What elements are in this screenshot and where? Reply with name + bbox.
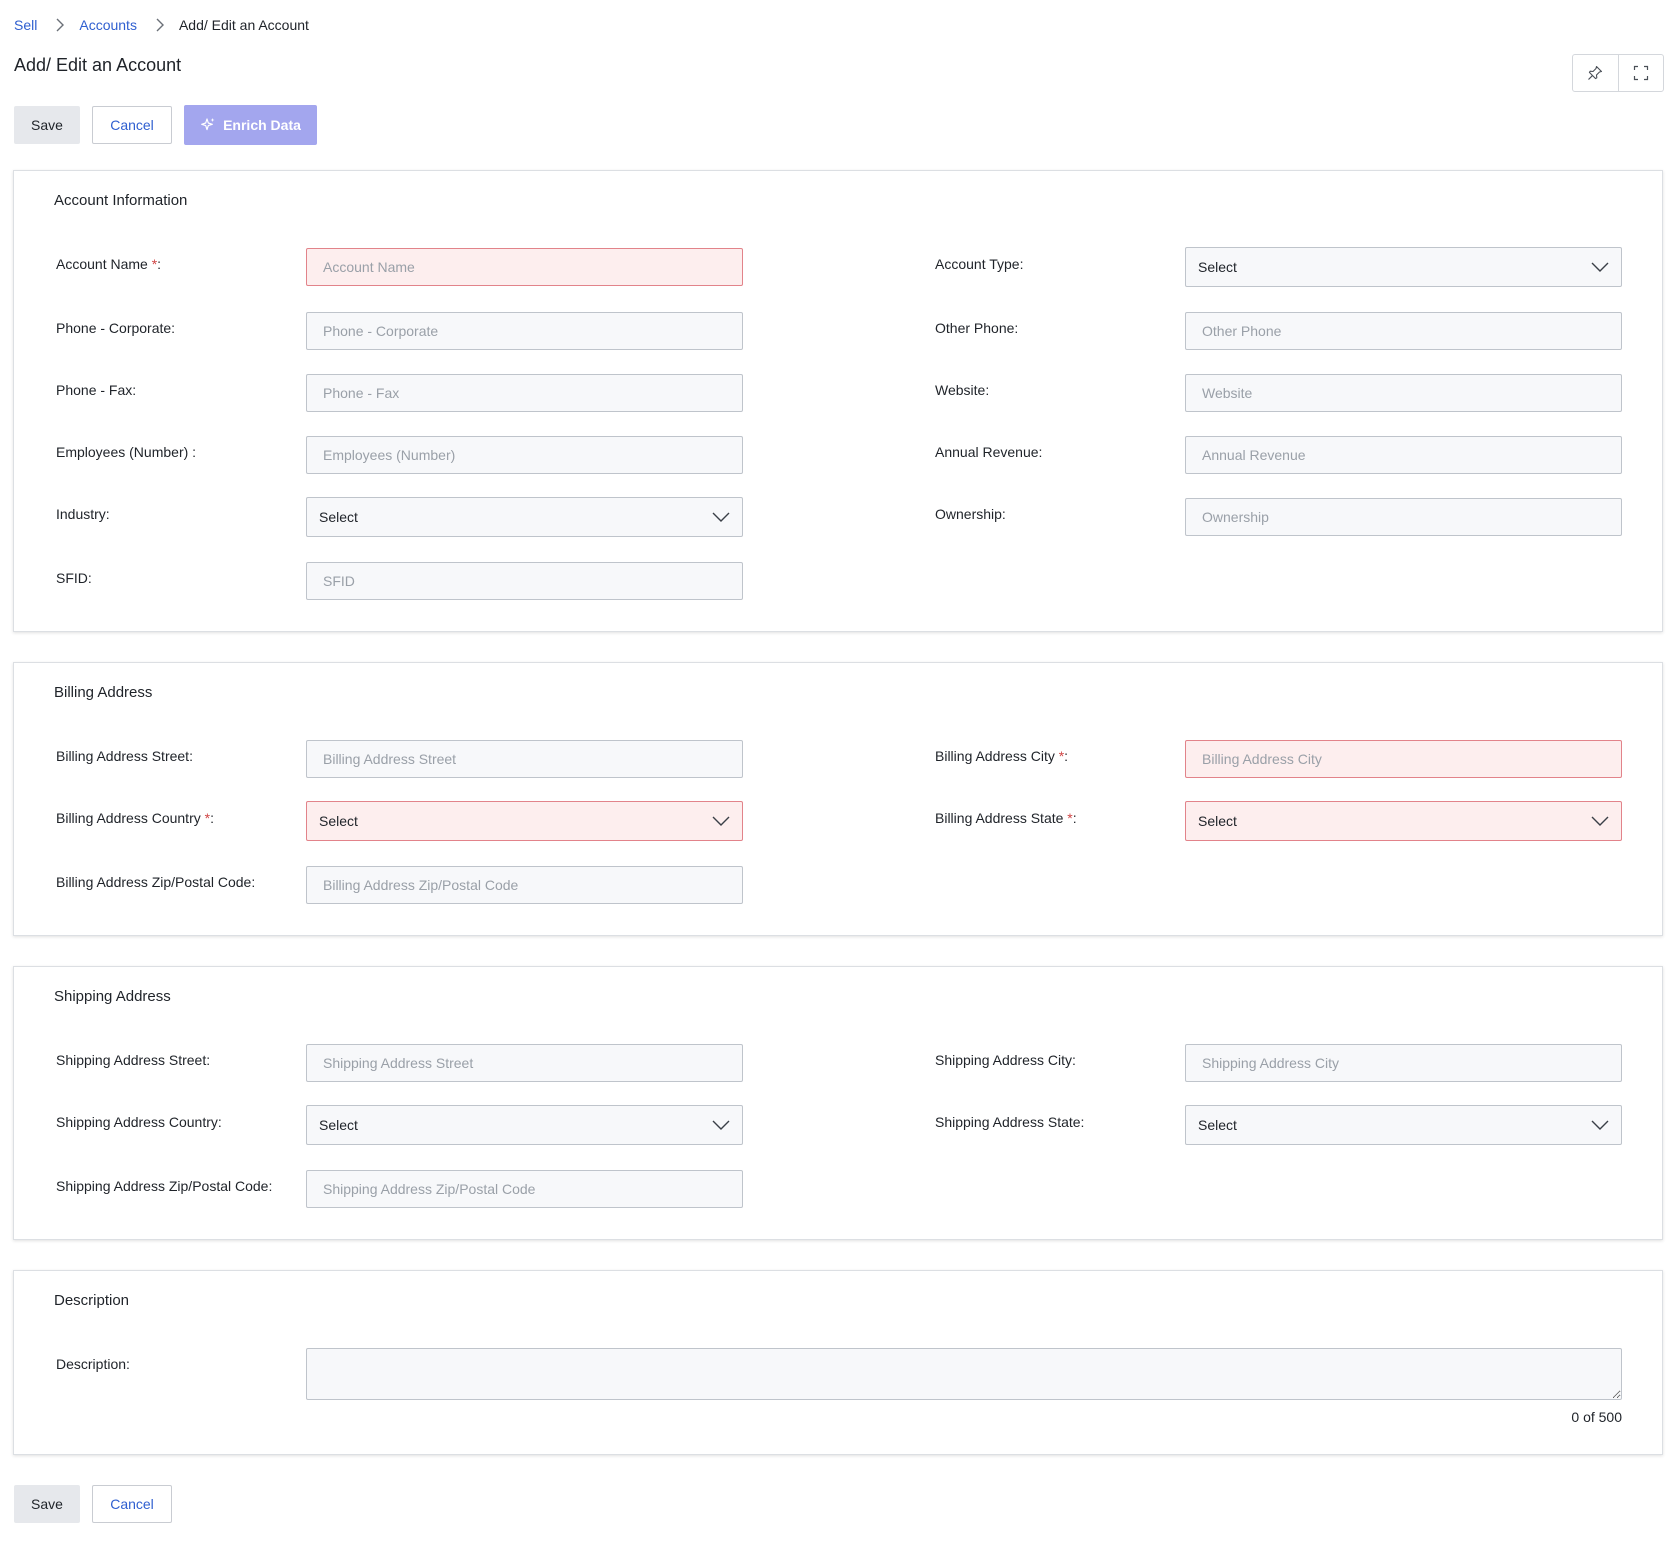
billing-address-card: Billing Address Billing Address Street: … <box>13 662 1663 936</box>
shipping-street-label: Shipping Address Street: <box>56 1052 211 1068</box>
chevron-right-icon <box>56 18 65 32</box>
chevron-down-icon <box>1591 816 1609 826</box>
enrich-data-label: Enrich Data <box>223 117 301 133</box>
description-label: Description: <box>56 1356 130 1372</box>
billing-country-label: Billing Address Country *: <box>56 810 214 826</box>
annual-revenue-label: Annual Revenue: <box>935 444 1043 460</box>
account-type-select[interactable]: Select <box>1185 247 1622 287</box>
page-title: Add/ Edit an Account <box>14 55 182 75</box>
phone-fax-input[interactable] <box>306 374 743 412</box>
fullscreen-icon <box>1633 65 1648 81</box>
description-textarea[interactable] <box>306 1348 1622 1400</box>
enrich-data-button[interactable]: Enrich Data <box>184 105 317 145</box>
save-button[interactable]: Save <box>14 106 80 144</box>
account-name-input[interactable] <box>306 248 743 286</box>
billing-street-label: Billing Address Street: <box>56 748 193 764</box>
character-counter: 0 of 500 <box>1571 1409 1622 1425</box>
phone-corporate-label: Phone - Corporate: <box>56 320 176 336</box>
billing-city-input[interactable] <box>1185 740 1622 778</box>
shipping-city-input[interactable] <box>1185 1044 1622 1082</box>
bottom-toolbar: Save Cancel <box>14 1485 172 1523</box>
save-button[interactable]: Save <box>14 1485 80 1523</box>
breadcrumb: Sell Accounts Add/ Edit an Account <box>14 17 309 33</box>
view-controls <box>1572 54 1664 92</box>
chevron-down-icon <box>712 1120 730 1130</box>
top-toolbar: Save Cancel Enrich Data <box>14 105 317 145</box>
website-input[interactable] <box>1185 374 1622 412</box>
section-title: Account Information <box>54 192 188 209</box>
shipping-zip-input[interactable] <box>306 1170 743 1208</box>
billing-state-label: Billing Address State *: <box>935 810 1077 826</box>
other-phone-input[interactable] <box>1185 312 1622 350</box>
shipping-state-label: Shipping Address State: <box>935 1114 1085 1130</box>
other-phone-label: Other Phone: <box>935 320 1019 336</box>
ownership-label: Ownership: <box>935 506 1006 522</box>
pin-icon <box>1588 65 1603 80</box>
phone-corporate-input[interactable] <box>306 312 743 350</box>
account-name-label: Account Name *: <box>56 256 162 272</box>
chevron-down-icon <box>712 816 730 826</box>
chevron-right-icon <box>156 18 164 32</box>
phone-fax-label: Phone - Fax: <box>56 382 137 398</box>
cancel-button[interactable]: Cancel <box>92 106 172 144</box>
employees-label: Employees (Number) : <box>56 444 197 460</box>
website-label: Website: <box>935 382 990 398</box>
chevron-down-icon <box>1591 1120 1609 1130</box>
fullscreen-button[interactable] <box>1617 55 1664 91</box>
cancel-button[interactable]: Cancel <box>92 1485 172 1523</box>
sparkle-icon <box>201 118 215 131</box>
shipping-state-select[interactable]: Select <box>1185 1105 1622 1145</box>
billing-zip-input[interactable] <box>306 866 743 904</box>
account-information-card: Account Information Account Name *: Acco… <box>13 170 1663 632</box>
billing-state-select[interactable]: Select <box>1185 801 1622 841</box>
sfid-input[interactable] <box>306 562 743 600</box>
description-card: Description Description: 0 of 500 <box>13 1270 1663 1455</box>
section-title: Description <box>54 1292 130 1309</box>
annual-revenue-input[interactable] <box>1185 436 1622 474</box>
breadcrumb-accounts-link[interactable]: Accounts <box>79 17 137 33</box>
pin-button[interactable] <box>1573 55 1618 91</box>
employees-input[interactable] <box>306 436 743 474</box>
billing-country-select[interactable]: Select <box>306 801 743 841</box>
sfid-label: SFID: <box>56 570 92 586</box>
industry-label: Industry: <box>56 506 110 522</box>
section-title: Billing Address <box>54 684 153 701</box>
chevron-down-icon <box>1591 262 1609 272</box>
shipping-address-card: Shipping Address Shipping Address Street… <box>13 966 1663 1240</box>
billing-zip-label: Billing Address Zip/Postal Code: <box>56 874 256 890</box>
section-title: Shipping Address <box>54 988 171 1005</box>
breadcrumb-sell-link[interactable]: Sell <box>14 17 37 33</box>
shipping-zip-label: Shipping Address Zip/Postal Code: <box>56 1178 273 1194</box>
breadcrumb-current: Add/ Edit an Account <box>178 17 309 33</box>
chevron-down-icon <box>712 512 730 522</box>
shipping-country-label: Shipping Address Country: <box>56 1114 222 1130</box>
shipping-city-label: Shipping Address City: <box>935 1052 1076 1068</box>
billing-street-input[interactable] <box>306 740 743 778</box>
billing-city-label: Billing Address City *: <box>935 748 1069 764</box>
shipping-country-select[interactable]: Select <box>306 1105 743 1145</box>
ownership-input[interactable] <box>1185 498 1622 536</box>
account-type-label: Account Type: <box>935 256 1024 272</box>
industry-select[interactable]: Select <box>306 497 743 537</box>
shipping-street-input[interactable] <box>306 1044 743 1082</box>
